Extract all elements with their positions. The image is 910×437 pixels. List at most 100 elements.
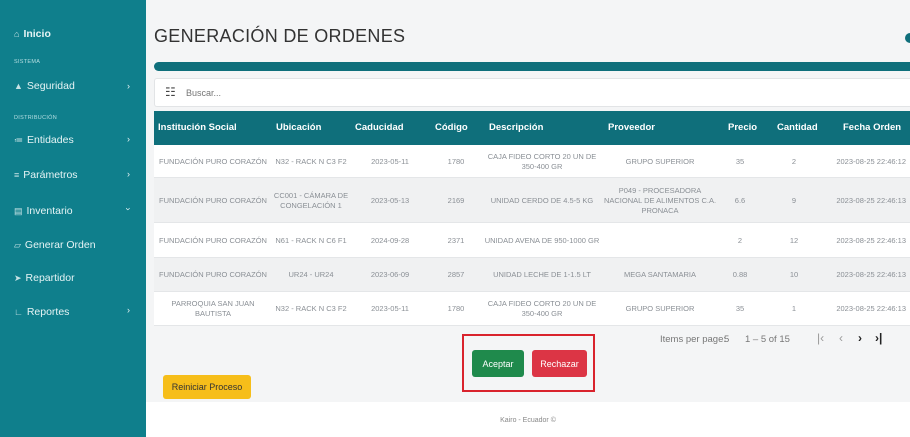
cell-code: 2371 [447,235,465,245]
sidebar-item-deliverer[interactable]: ➤ Repartidor [14,272,75,284]
sidebar: ⌂ Inicio SISTEMA ▲ Seguridad › DISTRIBUC… [0,0,146,437]
cell-supplier [600,223,720,258]
send-icon: ➤ [14,272,22,283]
cell-supplier: GRUPO SUPERIOR [625,304,695,313]
table-header: Institución Social Ubicación Caducidad C… [154,111,910,145]
first-page-icon[interactable]: |‹ [817,331,824,345]
sidebar-item-parameters[interactable]: ≡ Parámetros [14,169,78,181]
column-header[interactable]: Fecha Orden [843,122,901,133]
cell-order-date: 2023-08-25 22:46:13 [836,195,906,205]
cell-institution: FUNDACIÓN PURO CORAZÓN [159,270,267,279]
cell-quantity: 1 [791,304,797,313]
cell-order-date: 2023-08-25 22:46:12 [836,156,906,166]
cog-icon: ≡ [14,170,20,180]
cell-order-date: 2023-08-25 22:46:13 [836,270,906,279]
cell-location: N61 - RACK N C6 F1 [275,235,347,245]
sidebar-item-label: Generar Orden [24,239,96,251]
list-icon: ▤ [14,205,23,216]
chevron-right-icon: › [127,81,130,91]
search-input[interactable] [186,88,486,98]
sidebar-section-distribution: DISTRIBUCIÓN [14,115,58,121]
table-row[interactable]: FUNDACIÓN PURO CORAZÓN N32 - RACK N C3 F… [154,145,910,178]
cell-expiry: 2023-05-11 [371,304,409,313]
sidebar-item-label: Inventario [26,205,73,217]
accept-button[interactable]: Aceptar [472,350,524,377]
chevron-down-icon: › [123,207,134,211]
filter-icon[interactable]: ☷ [165,85,176,99]
column-header[interactable]: Ubicación [276,122,321,133]
sidebar-item-label: Entidades [27,134,74,146]
cell-description: CAJA FIDEO CORTO 20 UN DE 350-400 GR [487,151,597,171]
sidebar-item-home[interactable]: ⌂ Inicio [14,28,51,40]
cell-code: 2857 [447,270,465,279]
table-row[interactable]: PARROQUIA SAN JUAN BAUTISTA N32 - RACK N… [154,292,910,326]
table-row[interactable]: FUNDACIÓN PURO CORAZÓN CC001 - CÁMARA DE… [154,178,910,223]
cell-quantity: 2 [791,156,797,166]
cell-quantity: 9 [791,195,797,205]
sidebar-item-generate-order[interactable]: ▱ Generar Orden [14,239,96,251]
sidebar-item-label: Reportes [26,306,70,318]
cell-order-date: 2023-08-25 22:46:13 [836,235,906,245]
reject-button[interactable]: Rechazar [532,350,587,377]
cell-quantity: 10 [789,270,799,279]
cell-order-date: 2023-08-25 22:46:13 [836,304,906,313]
main-content: GENERACIÓN DE ORDENES ☷ Institución Soci… [146,0,910,437]
cell-price: 35 [735,304,745,313]
cell-expiry: 2023-06-09 [370,270,410,279]
chevron-right-icon: › [127,134,130,144]
page-title: GENERACIÓN DE ORDENES [154,26,406,46]
page-range: 1 – 5 of 15 [745,334,790,345]
cell-price: 2 [737,235,743,245]
cell-description: UNIDAD LECHE DE 1-1.5 LT [493,270,591,279]
column-header[interactable]: Caducidad [355,122,404,133]
column-header[interactable]: Código [435,122,468,133]
cell-price: 35 [735,156,745,166]
cell-location: CC001 - CÁMARA DE CONGELACIÓN 1 [273,190,349,210]
cell-description: UNIDAD CERDO DE 4.5-5 KG [490,195,594,205]
cell-institution: FUNDACIÓN PURO CORAZÓN [159,235,267,245]
cell-supplier: GRUPO SUPERIOR [625,156,695,166]
sidebar-item-reports[interactable]: ∟ Reportes [14,306,69,318]
cell-institution: PARROQUIA SAN JUAN BAUTISTA [171,299,255,318]
column-header[interactable]: Descripción [489,122,543,133]
sidebar-item-inventory[interactable]: ▤ Inventario [14,205,73,217]
table-row[interactable]: FUNDACIÓN PURO CORAZÓN UR24 - UR24 2023-… [154,258,910,292]
cell-code: 2169 [447,195,465,205]
sidebar-item-entities[interactable]: ≔ Entidades [14,134,74,146]
cell-supplier: MEGA SANTAMARIA [624,270,696,279]
cell-description: UNIDAD AVENA DE 950-1000 GR [484,235,600,245]
column-header[interactable]: Proveedor [608,122,655,133]
cell-supplier: P049 - PROCESADORA NACIONAL DE ALIMENTOS… [603,185,717,215]
sidebar-item-label: Seguridad [26,80,75,92]
page-header: GENERACIÓN DE ORDENES [146,0,910,62]
page-size-select[interactable]: 5 [724,334,729,345]
search-bar: ☷ [154,78,910,107]
user-menu-indicator[interactable] [905,33,910,43]
sidebar-item-security[interactable]: ▲ Seguridad [14,80,75,92]
chevron-right-icon: › [127,169,130,179]
cell-institution: FUNDACIÓN PURO CORAZÓN [159,156,267,166]
previous-page-icon[interactable]: ‹ [839,331,843,345]
cell-expiry: 2023-05-11 [371,156,409,166]
chart-icon: ∟ [14,307,23,317]
cell-price: 0.88 [732,270,748,279]
last-page-icon[interactable]: ›| [875,331,882,345]
column-header[interactable]: Institución Social [158,122,237,133]
restart-process-button[interactable]: Reiniciar Proceso [163,375,251,399]
column-header[interactable]: Precio [728,122,757,133]
home-icon: ⌂ [14,29,20,39]
cell-location: N32 - RACK N C3 F2 [275,156,347,166]
header-band [154,62,910,71]
lock-icon: ▲ [14,81,23,91]
cell-expiry: 2024-09-28 [370,235,410,245]
cell-code: 1780 [447,156,465,166]
chevron-right-icon: › [127,305,130,315]
footer-text: Kairo - Ecuador © [500,417,556,424]
column-header[interactable]: Cantidad [777,122,818,133]
cell-location: N32 - RACK N C3 F2 [275,304,347,313]
cell-institution: FUNDACIÓN PURO CORAZÓN [159,195,267,205]
cell-quantity: 12 [789,235,799,245]
cell-description: CAJA FIDEO CORTO 20 UN DE 350-400 GR [487,299,597,318]
table-row[interactable]: FUNDACIÓN PURO CORAZÓN N61 - RACK N C6 F… [154,223,910,258]
next-page-icon[interactable]: › [858,331,862,345]
